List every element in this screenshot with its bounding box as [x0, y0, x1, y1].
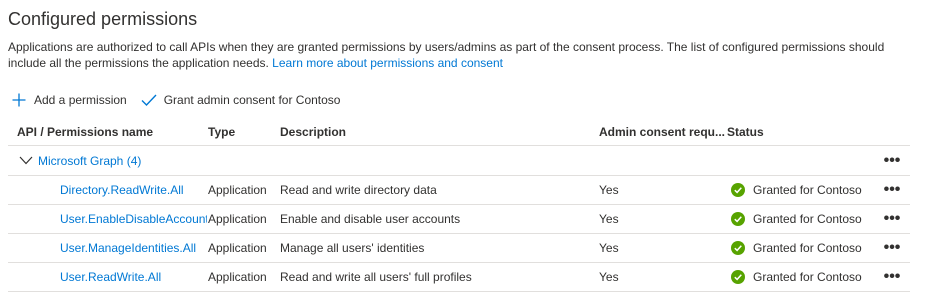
permission-name[interactable]: Directory.ReadWrite.All — [60, 183, 184, 197]
section-title: Configured permissions — [8, 9, 198, 29]
permission-type: Application — [208, 183, 267, 197]
more-horizontal-icon[interactable]: ••• — [884, 211, 901, 227]
column-header-api[interactable]: API / Permissions name — [17, 118, 207, 145]
column-header-status[interactable]: Status — [727, 118, 877, 145]
column-header-type[interactable]: Type — [208, 118, 280, 145]
success-circle-icon — [731, 183, 745, 197]
admin-consent-required: Yes — [599, 183, 619, 197]
permission-description: Read and write directory data — [280, 183, 437, 197]
permission-name[interactable]: User.EnableDisableAccount.A — [60, 212, 207, 226]
permissions-table: API / Permissions name Type Description … — [8, 118, 910, 292]
status-cell: Granted for Contoso — [727, 176, 877, 204]
admin-consent-required: Yes — [599, 241, 619, 255]
toolbar: Add a permission Grant admin consent for… — [12, 90, 340, 110]
more-horizontal-icon[interactable]: ••• — [884, 182, 901, 198]
success-circle-icon — [731, 212, 745, 226]
more-horizontal-icon[interactable]: ••• — [884, 269, 901, 285]
permission-description: Manage all users' identities — [280, 241, 425, 255]
status-text: Granted for Contoso — [753, 183, 862, 197]
group-name-link[interactable]: Microsoft Graph (4) — [38, 154, 141, 168]
status-text: Granted for Contoso — [753, 241, 862, 255]
admin-consent-required: Yes — [599, 270, 619, 284]
permission-name-link[interactable]: Directory.ReadWrite.All — [17, 176, 207, 204]
more-horizontal-icon[interactable]: ••• — [884, 152, 901, 168]
column-header-admin-consent[interactable]: Admin consent requ... — [599, 118, 725, 145]
configured-permissions-page: Configured permissions Applications are … — [0, 0, 932, 306]
learn-more-link[interactable]: Learn more about permissions and consent — [272, 56, 503, 70]
chevron-down-icon[interactable] — [19, 154, 33, 168]
more-horizontal-icon[interactable]: ••• — [884, 240, 901, 256]
permission-type: Application — [208, 212, 267, 226]
status-text: Granted for Contoso — [753, 270, 862, 284]
table-header-row: API / Permissions name Type Description … — [8, 118, 910, 146]
status-cell: Granted for Contoso — [727, 205, 877, 233]
group-more-button[interactable]: ••• — [882, 146, 902, 175]
permission-name[interactable]: User.ManageIdentities.All — [60, 241, 196, 255]
checkmark-icon — [141, 93, 157, 107]
grant-admin-consent-label: Grant admin consent for Contoso — [163, 93, 341, 107]
permission-description: Read and write all users' full profiles — [280, 270, 472, 284]
column-header-description[interactable]: Description — [280, 118, 595, 145]
add-permission-label: Add a permission — [34, 93, 127, 107]
table-row: User.EnableDisableAccount.A Application … — [8, 205, 910, 234]
table-row: Directory.ReadWrite.All Application Read… — [8, 176, 910, 205]
permission-type: Application — [208, 241, 267, 255]
success-circle-icon — [731, 270, 745, 284]
add-permission-button[interactable]: Add a permission — [12, 93, 127, 107]
status-cell: Granted for Contoso — [727, 263, 877, 291]
status-text: Granted for Contoso — [753, 212, 862, 226]
table-row: User.ManageIdentities.All Application Ma… — [8, 234, 910, 263]
row-more-button[interactable]: ••• — [882, 263, 902, 291]
table-row: User.ReadWrite.All Application Read and … — [8, 263, 910, 292]
permission-type: Application — [208, 270, 267, 284]
permission-name-link[interactable]: User.ManageIdentities.All — [17, 234, 207, 262]
status-cell: Granted for Contoso — [727, 234, 877, 262]
permission-name-link[interactable]: User.ReadWrite.All — [17, 263, 207, 291]
row-more-button[interactable]: ••• — [882, 205, 902, 233]
success-circle-icon — [731, 241, 745, 255]
permission-name-link[interactable]: User.EnableDisableAccount.A — [17, 205, 207, 233]
admin-consent-required: Yes — [599, 212, 619, 226]
permission-name[interactable]: User.ReadWrite.All — [60, 270, 161, 284]
permission-description: Enable and disable user accounts — [280, 212, 461, 226]
row-more-button[interactable]: ••• — [882, 234, 902, 262]
section-description: Applications are authorized to call APIs… — [8, 39, 913, 71]
group-toggle[interactable]: Microsoft Graph (4) — [19, 146, 209, 175]
row-more-button[interactable]: ••• — [882, 176, 902, 204]
group-row-microsoft-graph[interactable]: Microsoft Graph (4) ••• — [8, 146, 910, 176]
plus-icon — [12, 93, 26, 107]
grant-admin-consent-button[interactable]: Grant admin consent for Contoso — [141, 93, 341, 107]
